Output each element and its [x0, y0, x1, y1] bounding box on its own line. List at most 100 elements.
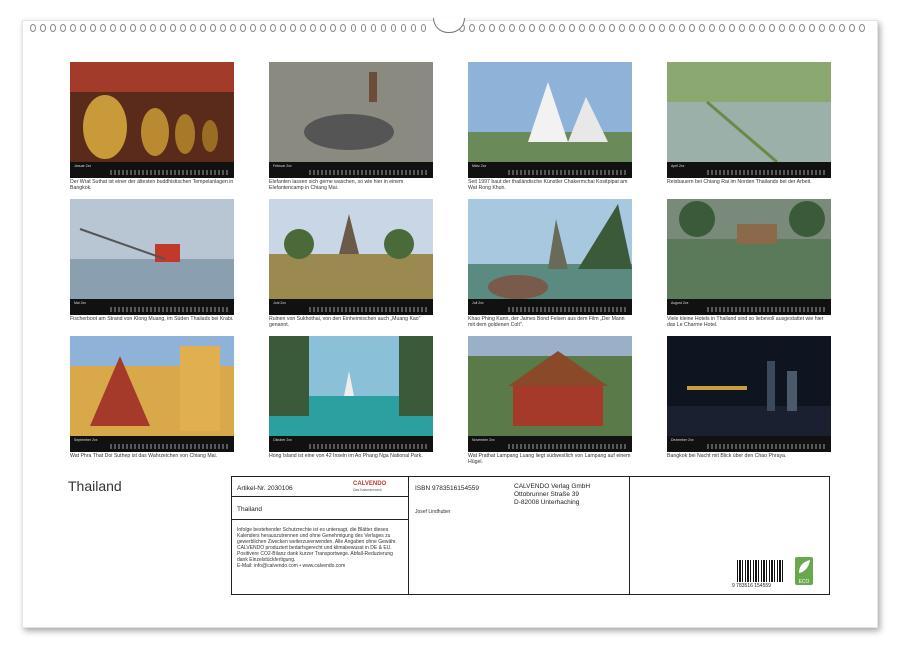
binding-ring	[340, 24, 346, 32]
binding-ring	[190, 24, 196, 32]
day-grid	[508, 307, 628, 312]
photo-caption: Elefanten lassen sich gerne waschen, so …	[269, 179, 433, 191]
binding-ring	[60, 24, 66, 32]
publisher-name: CALVENDO Verlag GmbH	[514, 483, 590, 491]
day-grid	[508, 170, 628, 175]
binding-ring	[250, 24, 256, 32]
binding-ring	[260, 24, 266, 32]
binding-ring	[809, 24, 815, 32]
binding-ring	[70, 24, 76, 32]
binding-ring	[401, 24, 407, 32]
month-photo	[269, 199, 433, 299]
binding-ring	[559, 24, 565, 32]
day-grid	[707, 444, 827, 449]
photo-caption: Ruinen von Sukhothai, von den Einheimisc…	[269, 316, 433, 328]
month-cell: Januar 2xx Der Wrat Suthat ist einer der …	[70, 62, 234, 191]
binding-ring	[599, 24, 605, 32]
binding-ring	[619, 24, 625, 32]
eco-label: ECO	[799, 579, 810, 585]
month-label: April 2xx	[671, 164, 684, 168]
binding-ring	[839, 24, 845, 32]
barcode	[737, 560, 785, 582]
binding-ring	[789, 24, 795, 32]
binding-ring	[80, 24, 86, 32]
month-cell: November 2xxWat Prathat Lampang Luang li…	[468, 336, 632, 465]
binding-ring	[479, 24, 485, 32]
binding-ring	[50, 24, 56, 32]
month-label: März 2xx	[472, 164, 486, 168]
divider	[232, 496, 408, 497]
binding-ring	[411, 24, 417, 32]
month-photo	[468, 336, 632, 436]
calendar-strip: März 2xx	[468, 162, 632, 178]
month-cell: August 2xxViele kleine Hotels in Thailan…	[667, 199, 831, 328]
calendar-strip: Januar 2xx	[70, 162, 234, 178]
article-number: Artikel-Nr. 2030106	[237, 485, 293, 493]
day-grid	[309, 444, 429, 449]
binding-ring	[160, 24, 166, 32]
binding-ring	[749, 24, 755, 32]
binding-ring	[669, 24, 675, 32]
binding-ring	[639, 24, 645, 32]
month-label: Februar 2xx	[273, 164, 292, 168]
binding-ring	[371, 24, 377, 32]
binding-ring	[120, 24, 126, 32]
month-cell: Juli 2xx Khao Phing Kann, der James Bond …	[468, 199, 632, 328]
divider	[232, 519, 408, 520]
binding-ring	[310, 24, 316, 32]
binding-ring	[469, 24, 475, 32]
publisher-city: D-82008 Unterhaching	[514, 499, 579, 507]
binding-ring	[421, 24, 427, 32]
binding-ring	[679, 24, 685, 32]
binding-ring	[40, 24, 46, 32]
photo-caption: Khao Phing Kann, der James Bond Felsen a…	[468, 316, 632, 328]
binding-ring	[220, 24, 226, 32]
binding-ring	[270, 24, 276, 32]
binding-ring	[659, 24, 665, 32]
binding-ring	[629, 24, 635, 32]
binding-ring	[30, 24, 36, 32]
month-cell: Dezember 2xxBangkok bei Nacht mit Blick …	[667, 336, 831, 459]
binding-ring	[549, 24, 555, 32]
publisher-street: Ottobrunner Straße 39	[514, 491, 579, 499]
binding-ring	[579, 24, 585, 32]
month-label: Januar 2xx	[74, 164, 91, 168]
binding-ring	[649, 24, 655, 32]
binding-ring	[391, 24, 397, 32]
binding-ring	[240, 24, 246, 32]
binding-ring	[170, 24, 176, 32]
binding-ring	[110, 24, 116, 32]
binding-ring	[509, 24, 515, 32]
binding-ring	[499, 24, 505, 32]
calendar-strip: Oktober 2xx	[269, 436, 433, 452]
binding-ring	[150, 24, 156, 32]
photo-caption: Wat Phra That Doi Suthep ist das Wahrzei…	[70, 453, 234, 459]
day-grid	[110, 444, 230, 449]
photo-caption: Wat Prathat Lampang Luang liegt südwestl…	[468, 453, 632, 465]
legal-text: Infolge bestehender Schutzrechte ist es …	[237, 527, 405, 563]
month-label: Juli 2xx	[472, 301, 484, 305]
month-cell: Oktober 2xxHong Island ist eine von 42 I…	[269, 336, 433, 459]
photo-caption: Viele kleine Hotels in Thailand sind so …	[667, 316, 831, 328]
month-cell: Juni 2xxRuinen von Sukhothai, von den Ei…	[269, 199, 433, 328]
calendar-strip: Dezember 2xx	[667, 436, 831, 452]
photo-caption: Bangkok bei Nacht mit Blick über den Cha…	[667, 453, 831, 459]
photo-caption: Reisbauern bei Chiang Rai im Norden Thai…	[667, 179, 831, 185]
day-grid	[309, 170, 429, 175]
info-title: Thailand	[237, 506, 262, 514]
binding-ring	[689, 24, 695, 32]
month-label: Oktober 2xx	[273, 438, 292, 442]
month-label: Mai 2xx	[74, 301, 86, 305]
binding-ring	[709, 24, 715, 32]
binding-ring	[529, 24, 535, 32]
contact-text: E-Mail: info@calvendo.com • www.calvendo…	[237, 563, 405, 569]
month-photo	[667, 199, 831, 299]
calendar-strip: Februar 2xx	[269, 162, 433, 178]
author: Josef Lindhuber	[415, 509, 451, 515]
photo-caption: Der Wrat Suthat ist einer der ältesten b…	[70, 179, 234, 191]
binding-ring	[609, 24, 615, 32]
binding-ring	[300, 24, 306, 32]
calvendo-logo: CALVENDO	[353, 481, 386, 487]
binding-ring	[210, 24, 216, 32]
day-grid	[707, 307, 827, 312]
